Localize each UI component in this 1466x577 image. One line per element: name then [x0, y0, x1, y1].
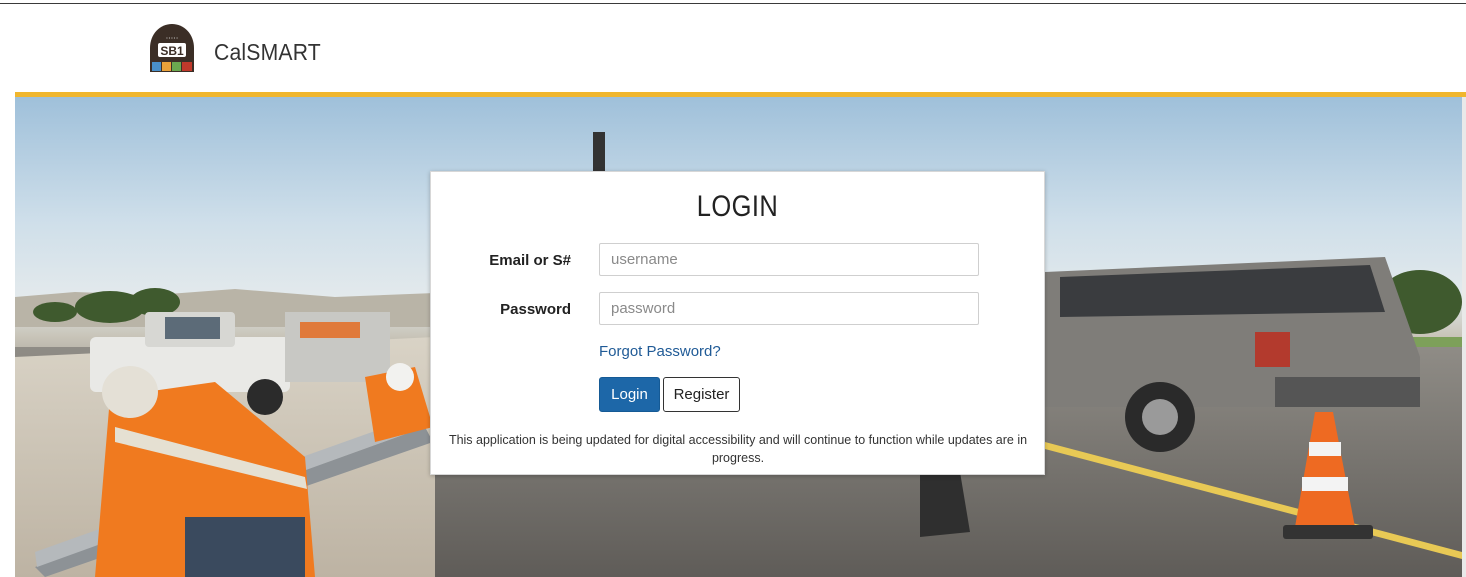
email-label: Email or S# [489, 252, 571, 269]
svg-text:• • • • •: • • • • • [166, 35, 178, 40]
login-card: LOGIN Email or S# Password Forgot Passwo… [430, 171, 1045, 475]
page-right-edge [1462, 97, 1466, 577]
email-input[interactable] [599, 243, 979, 276]
login-button[interactable]: Login [599, 377, 660, 412]
password-label: Password [500, 301, 571, 318]
site-header: SB1 • • • • • CalSMART [0, 4, 1466, 93]
password-input[interactable] [599, 292, 979, 325]
accessibility-notice: This application is being updated for di… [448, 433, 1028, 465]
brand-name[interactable]: CalSMART [214, 39, 321, 66]
register-button[interactable]: Register [663, 377, 740, 412]
logo-text: SB1 [160, 44, 184, 58]
forgot-password-link[interactable]: Forgot Password? [599, 343, 721, 360]
sb1-shield-icon: SB1 • • • • • [150, 24, 194, 72]
login-title: LOGIN [696, 190, 779, 223]
sb1-shield-logo[interactable]: SB1 • • • • • [144, 22, 200, 78]
